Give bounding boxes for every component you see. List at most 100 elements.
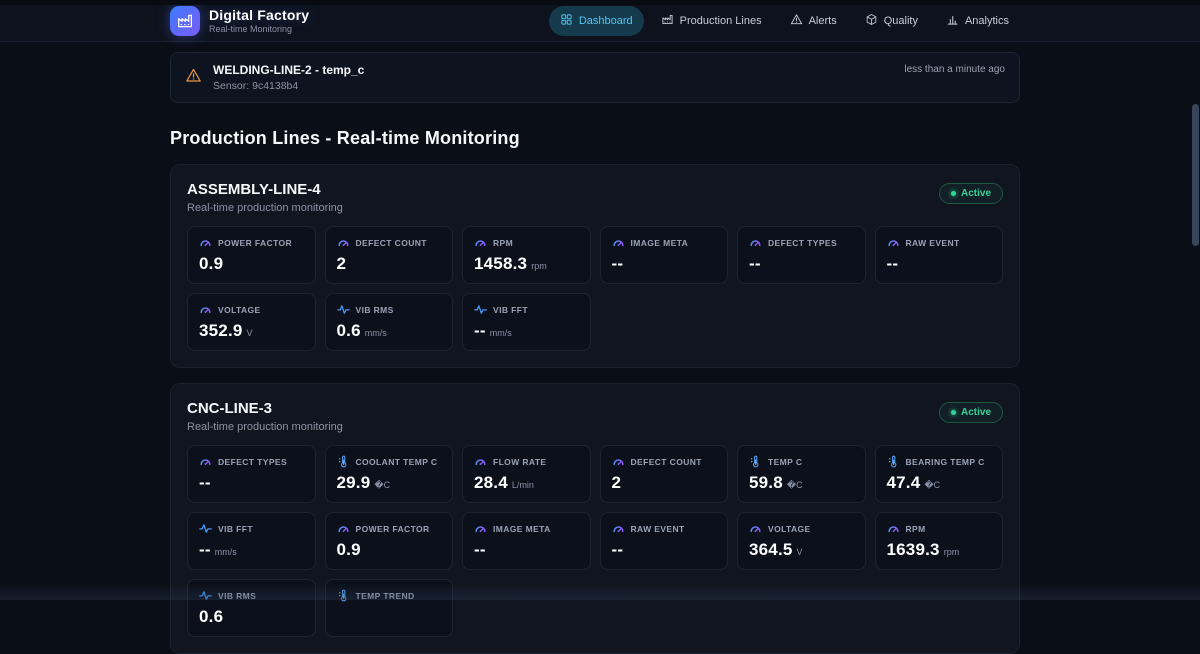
line-name: ASSEMBLY-LINE-4 — [187, 181, 343, 198]
status-dot-icon — [951, 191, 956, 196]
metric-label: VIB FFT — [218, 524, 253, 534]
metric-label: RAW EVENT — [906, 238, 960, 248]
nav-item-dashboard[interactable]: Dashboard — [549, 6, 644, 36]
metric-tile: VIB FFT -- mm/s — [187, 512, 316, 570]
line-subtitle: Real-time production monitoring — [187, 202, 343, 214]
metric-value: -- — [612, 540, 624, 560]
gauge-icon — [612, 455, 625, 468]
metric-label: RPM — [493, 238, 513, 248]
waveform-icon — [474, 303, 487, 316]
metric-label: POWER FACTOR — [356, 524, 430, 534]
metric-label: DEFECT COUNT — [631, 457, 702, 467]
metric-tile: TEMP C 59.8 �C — [737, 445, 866, 503]
metric-label: IMAGE META — [493, 524, 551, 534]
metric-unit: mm/s — [490, 328, 512, 338]
metric-unit: �C — [787, 480, 803, 491]
gauge-icon — [337, 522, 350, 535]
alert-timestamp: less than a minute ago — [904, 64, 1005, 75]
metric-label: IMAGE META — [631, 238, 689, 248]
metric-value: -- — [749, 254, 761, 274]
metric-value: -- — [474, 321, 486, 341]
gauge-icon — [199, 455, 212, 468]
waveform-icon — [337, 303, 350, 316]
alert-sensor: Sensor: 9c4138b4 — [213, 80, 893, 92]
metric-tile: RPM 1458.3 rpm — [462, 226, 591, 284]
nav-item-quality[interactable]: Quality — [854, 6, 929, 36]
bottom-gradient — [0, 584, 1200, 600]
metric-unit: rpm — [531, 261, 547, 271]
metric-label: VOLTAGE — [218, 305, 261, 315]
metric-value: 0.6 — [199, 607, 223, 627]
factory-logo-icon — [170, 6, 200, 36]
nav-item-label: Alerts — [809, 15, 837, 27]
metric-value: 1639.3 — [887, 540, 940, 560]
navbar: Digital Factory Real-time Monitoring Das… — [0, 0, 1200, 42]
metric-value: 2 — [612, 473, 622, 493]
gauge-icon — [474, 455, 487, 468]
metric-tile: VIB RMS 0.6 mm/s — [325, 293, 454, 351]
gauge-icon — [474, 236, 487, 249]
metric-label: FLOW RATE — [493, 457, 547, 467]
metric-label: BEARING TEMP C — [906, 457, 985, 467]
brand: Digital Factory Real-time Monitoring — [170, 6, 309, 36]
metric-value: -- — [887, 254, 899, 274]
bar-chart-icon — [946, 13, 959, 29]
metric-tile: VOLTAGE 352.9 V — [187, 293, 316, 351]
waveform-icon — [199, 522, 212, 535]
nav-item-alerts[interactable]: Alerts — [779, 6, 848, 36]
metric-tile: RAW EVENT -- — [875, 226, 1004, 284]
gauge-icon — [474, 522, 487, 535]
grid-icon — [560, 13, 573, 29]
metric-label: DEFECT COUNT — [356, 238, 427, 248]
metric-value: -- — [612, 254, 624, 274]
metric-unit: �C — [374, 480, 390, 491]
alert-triangle-icon — [790, 13, 803, 29]
metric-label: VOLTAGE — [768, 524, 811, 534]
gauge-icon — [749, 522, 762, 535]
metric-tile: COOLANT TEMP C 29.9 �C — [325, 445, 454, 503]
nav-item-label: Analytics — [965, 15, 1009, 27]
metric-tile: DEFECT TYPES -- — [737, 226, 866, 284]
cube-icon — [865, 13, 878, 29]
gauge-icon — [199, 236, 212, 249]
metric-tile: RPM 1639.3 rpm — [875, 512, 1004, 570]
metric-value: 28.4 — [474, 473, 508, 493]
line-card-assembly-line-4: ASSEMBLY-LINE-4 Real-time production mon… — [170, 164, 1020, 368]
warning-icon — [185, 67, 202, 89]
gauge-icon — [337, 236, 350, 249]
alert-banner[interactable]: WELDING-LINE-2 - temp_c Sensor: 9c4138b4… — [170, 52, 1020, 103]
gauge-icon — [887, 236, 900, 249]
scrollbar-thumb[interactable] — [1192, 104, 1199, 246]
thermometer-icon — [887, 455, 900, 468]
thermometer-icon — [749, 455, 762, 468]
brand-subtitle: Real-time Monitoring — [209, 24, 309, 34]
metric-unit: V — [247, 328, 253, 338]
line-card-cnc-line-3: CNC-LINE-3 Real-time production monitori… — [170, 383, 1020, 654]
thermometer-icon — [337, 455, 350, 468]
metric-value: 1458.3 — [474, 254, 527, 274]
metric-unit: V — [797, 547, 803, 557]
gauge-icon — [749, 236, 762, 249]
metric-value: 0.9 — [199, 254, 223, 274]
window-top-edge — [0, 0, 1200, 5]
page-title: Production Lines - Real-time Monitoring — [170, 128, 1020, 149]
metric-unit: mm/s — [365, 328, 387, 338]
gauge-icon — [199, 303, 212, 316]
metric-label: VIB RMS — [356, 305, 394, 315]
status-label: Active — [961, 407, 991, 418]
metric-unit: mm/s — [215, 547, 237, 557]
metric-tile: FLOW RATE 28.4 L/min — [462, 445, 591, 503]
metric-label: DEFECT TYPES — [218, 457, 287, 467]
metric-label: RAW EVENT — [631, 524, 685, 534]
line-subtitle: Real-time production monitoring — [187, 421, 343, 433]
metric-unit: L/min — [512, 480, 534, 490]
metric-label: COOLANT TEMP C — [356, 457, 438, 467]
nav-item-production-lines[interactable]: Production Lines — [650, 6, 773, 36]
metric-label: VIB FFT — [493, 305, 528, 315]
metric-label: POWER FACTOR — [218, 238, 292, 248]
nav-item-analytics[interactable]: Analytics — [935, 6, 1020, 36]
metric-value: 29.9 — [337, 473, 371, 493]
nav-item-label: Dashboard — [579, 15, 633, 27]
metric-tile: DEFECT COUNT 2 — [600, 445, 729, 503]
status-dot-icon — [951, 410, 956, 415]
